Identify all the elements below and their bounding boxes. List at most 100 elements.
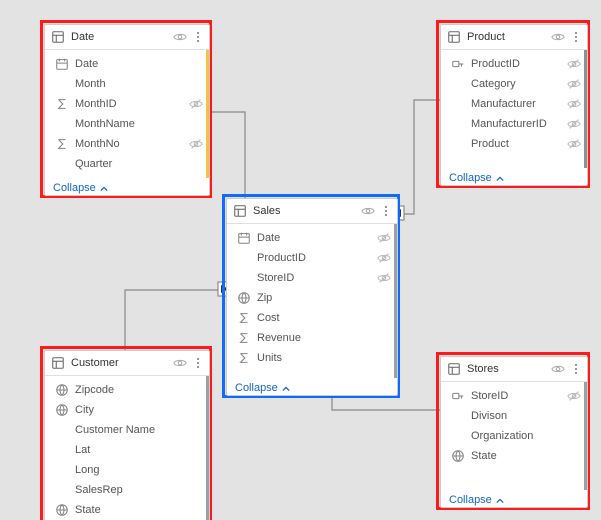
field-name: Customer Name xyxy=(75,424,189,436)
field-row[interactable]: Zip xyxy=(227,288,397,308)
hidden-icon[interactable] xyxy=(567,389,581,403)
field-row[interactable]: Month xyxy=(45,74,209,94)
field-name: MonthName xyxy=(75,118,189,130)
more-options-icon[interactable] xyxy=(193,32,203,42)
field-row[interactable]: MonthName xyxy=(45,114,209,134)
table-header[interactable]: Product xyxy=(441,25,587,50)
visibility-icon[interactable] xyxy=(551,30,565,44)
field-row[interactable]: ProductID xyxy=(441,54,587,74)
hidden-icon[interactable] xyxy=(377,251,391,265)
field-name: Manufacturer xyxy=(471,98,567,110)
table-customer[interactable]: Customer Zipcode City Customer Name Lat Long S… xyxy=(44,350,210,520)
accent-bar xyxy=(206,50,209,178)
accent-bar xyxy=(394,224,397,378)
hidden-icon[interactable] xyxy=(189,137,203,151)
globe-icon xyxy=(451,449,465,463)
table-stores[interactable]: Stores StoreIDDivison Organization State Col… xyxy=(440,356,588,508)
field-list: ProductIDCategory Manufacturer Manufacture… xyxy=(441,50,587,168)
table-title: Sales xyxy=(253,205,357,217)
field-row[interactable]: Cost xyxy=(227,308,397,328)
hidden-icon[interactable] xyxy=(567,97,581,111)
table-icon xyxy=(447,30,461,44)
field-row[interactable]: Revenue xyxy=(227,328,397,348)
collapse-button[interactable]: Collapse xyxy=(441,168,587,190)
key-icon xyxy=(451,389,465,403)
field-row[interactable]: SalesRep xyxy=(45,480,209,500)
accent-bar xyxy=(584,382,587,490)
hidden-icon[interactable] xyxy=(567,137,581,151)
field-row[interactable]: State xyxy=(45,500,209,520)
date-icon xyxy=(55,57,69,71)
field-list: StoreIDDivison Organization State xyxy=(441,382,587,490)
field-name: Quarter xyxy=(75,158,189,170)
field-row[interactable]: Manufacturer xyxy=(441,94,587,114)
field-row[interactable]: Zipcode xyxy=(45,380,209,400)
chevron-up-icon xyxy=(282,384,290,392)
chevron-up-icon xyxy=(496,496,504,504)
field-name: SalesRep xyxy=(75,484,189,496)
field-name: Organization xyxy=(471,430,567,442)
more-options-icon[interactable] xyxy=(193,358,203,368)
field-name: Revenue xyxy=(257,332,377,344)
collapse-button[interactable]: Collapse xyxy=(227,378,397,400)
field-row[interactable]: Units xyxy=(227,348,397,368)
field-row[interactable]: City xyxy=(45,400,209,420)
blank-icon xyxy=(237,271,251,285)
field-row[interactable]: Organization xyxy=(441,426,587,446)
visibility-icon[interactable] xyxy=(173,30,187,44)
field-row[interactable]: Category xyxy=(441,74,587,94)
field-row[interactable]: Quarter xyxy=(45,154,209,174)
field-row[interactable]: Customer Name xyxy=(45,420,209,440)
hidden-icon[interactable] xyxy=(567,57,581,71)
sigma-icon xyxy=(237,331,251,345)
collapse-button[interactable]: Collapse xyxy=(45,178,209,200)
field-row[interactable]: MonthNo xyxy=(45,134,209,154)
more-options-icon[interactable] xyxy=(571,364,581,374)
table-date[interactable]: DateDateMonthMonthIDMonthNameMonthNoQuar… xyxy=(44,24,210,196)
table-sales[interactable]: Sales DateProductID StoreID ZipCost Revenue U… xyxy=(226,198,398,396)
table-header[interactable]: Date xyxy=(45,25,209,50)
collapse-label: Collapse xyxy=(449,494,492,506)
date-icon xyxy=(237,231,251,245)
table-header[interactable]: Stores xyxy=(441,357,587,382)
visibility-icon[interactable] xyxy=(551,362,565,376)
hidden-icon[interactable] xyxy=(189,97,203,111)
table-icon xyxy=(51,356,65,370)
field-name: Zipcode xyxy=(75,384,189,396)
blank-icon xyxy=(237,251,251,265)
field-row[interactable]: StoreID xyxy=(441,386,587,406)
field-row[interactable]: StoreID xyxy=(227,268,397,288)
collapse-label: Collapse xyxy=(53,182,96,194)
hidden-icon[interactable] xyxy=(567,77,581,91)
blank-icon xyxy=(55,423,69,437)
field-name: StoreID xyxy=(257,272,377,284)
field-row[interactable]: Product xyxy=(441,134,587,154)
globe-icon xyxy=(55,503,69,517)
visibility-icon[interactable] xyxy=(173,356,187,370)
field-row[interactable]: State xyxy=(441,446,587,466)
field-row[interactable]: Lat xyxy=(45,440,209,460)
field-name: MonthNo xyxy=(75,138,189,150)
field-row[interactable]: Divison xyxy=(441,406,587,426)
more-options-icon[interactable] xyxy=(571,32,581,42)
field-name: Lat xyxy=(75,444,189,456)
visibility-icon[interactable] xyxy=(361,204,375,218)
field-row[interactable]: Date xyxy=(227,228,397,248)
field-row[interactable]: Date xyxy=(45,54,209,74)
chevron-up-icon xyxy=(496,174,504,182)
table-product[interactable]: Product ProductIDCategory Manufacturer Manu… xyxy=(440,24,588,186)
hidden-icon[interactable] xyxy=(377,271,391,285)
blank-icon xyxy=(451,429,465,443)
table-header[interactable]: Customer xyxy=(45,351,209,376)
field-row[interactable]: ProductID xyxy=(227,248,397,268)
collapse-label: Collapse xyxy=(449,172,492,184)
more-options-icon[interactable] xyxy=(381,206,391,216)
table-title: Date xyxy=(71,31,169,43)
field-row[interactable]: Long xyxy=(45,460,209,480)
hidden-icon[interactable] xyxy=(377,231,391,245)
field-row[interactable]: MonthID xyxy=(45,94,209,114)
hidden-icon[interactable] xyxy=(567,117,581,131)
collapse-button[interactable]: Collapse xyxy=(441,490,587,512)
field-row[interactable]: ManufacturerID xyxy=(441,114,587,134)
table-header[interactable]: Sales xyxy=(227,199,397,224)
